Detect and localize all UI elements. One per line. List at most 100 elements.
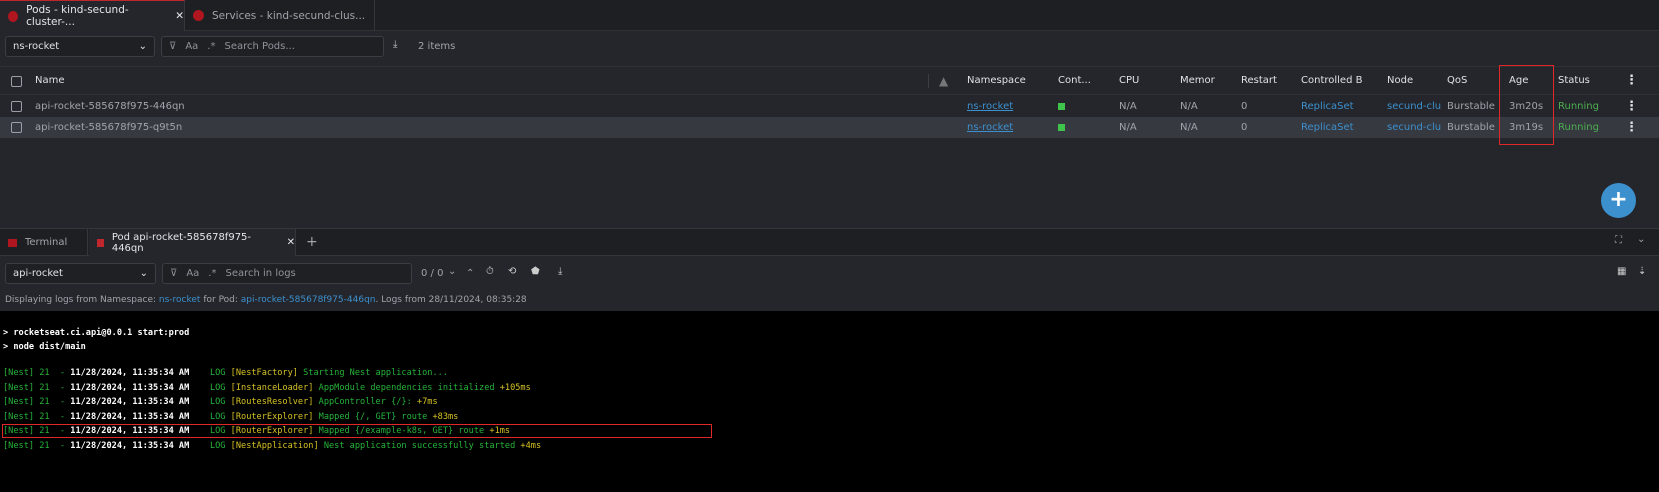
download-icon[interactable]: ⤓	[393, 39, 397, 50]
regex-icon[interactable]: .*	[207, 41, 215, 52]
log-pre: [Nest] 21 -	[3, 411, 71, 422]
status: Running	[1558, 122, 1599, 133]
row-menu-icon[interactable]: ⋮	[1625, 99, 1638, 114]
dock-tabbar: Terminal Pod api-rocket-585678f975-446qn…	[0, 228, 1659, 256]
info-prefix: Displaying logs from Namespace:	[5, 295, 157, 305]
column-restarts[interactable]: Restart	[1241, 75, 1277, 86]
column-node[interactable]: Node	[1387, 75, 1413, 86]
memory: N/A	[1180, 122, 1198, 133]
status: Running	[1558, 101, 1599, 112]
chevron-down-icon[interactable]: ⌄	[1637, 234, 1645, 245]
match-case-icon[interactable]: Aa	[186, 268, 199, 279]
log-lvl: LOG	[189, 411, 231, 422]
table-row[interactable]: api-rocket-585678f975-q9t5n ns-rocket N/…	[0, 117, 1659, 138]
log-extra: +4ms	[520, 441, 542, 451]
select-all-checkbox[interactable]	[11, 76, 22, 87]
tab-services[interactable]: Services - kind-secund-clus...	[185, 0, 375, 31]
tab-terminal[interactable]: Terminal	[0, 229, 88, 256]
row-menu-icon[interactable]: ⋮	[1625, 120, 1638, 135]
log-cmd: > node dist/main	[3, 342, 86, 352]
terminal-icon	[8, 238, 17, 247]
close-icon[interactable]: ✕	[287, 237, 295, 248]
controlled-by-link[interactable]: ReplicaSet	[1301, 122, 1354, 133]
tab-pods[interactable]: Pods - kind-secund-cluster-... ✕	[0, 0, 185, 31]
search-logs[interactable]: ⊽ Aa .* Search in logs	[162, 263, 412, 284]
search-pods[interactable]: ⊽ Aa .* Search Pods...	[161, 36, 384, 57]
namespace-select[interactable]: ns-rocket ⌄	[5, 36, 155, 57]
log-ts: 11/28/2024, 11:35:34 AM	[70, 411, 190, 422]
add-button[interactable]: +	[1601, 183, 1636, 218]
log-lvl: LOG	[189, 397, 231, 408]
container-select[interactable]: api-rocket ⌄	[5, 263, 156, 284]
warning-icon[interactable]: ▲	[939, 74, 948, 88]
match-count: 0 / 0	[421, 268, 444, 279]
regex-icon[interactable]: .*	[208, 268, 216, 279]
tab-pod-logs[interactable]: Pod api-rocket-585678f975-446qn ✕	[89, 229, 296, 256]
label-icon[interactable]: ⬟	[531, 266, 540, 277]
namespace-link[interactable]: ns-rocket	[967, 122, 1013, 133]
log-msg: Mapped {/, GET} route	[318, 411, 433, 422]
column-controlled-by[interactable]: Controlled B	[1301, 75, 1362, 86]
download-icon[interactable]: ⤓	[558, 266, 562, 277]
close-icon[interactable]: ✕	[175, 10, 184, 22]
log-highlight-box	[2, 424, 712, 438]
fullscreen-icon[interactable]: ⛶	[1615, 235, 1622, 246]
controlled-by-link[interactable]: ReplicaSet	[1301, 101, 1354, 112]
log-ctx: [RoutesResolver]	[230, 397, 319, 408]
namespace-link[interactable]: ns-rocket	[967, 101, 1013, 112]
next-match-icon[interactable]: ⌄	[448, 266, 456, 277]
log-info: Displaying logs from Namespace: ns-rocke…	[5, 295, 527, 305]
column-containers[interactable]: Cont...	[1058, 75, 1091, 86]
column-name[interactable]: Name	[35, 75, 65, 86]
sort-icon[interactable]: ⇣	[1638, 266, 1646, 277]
column-status[interactable]: Status	[1558, 75, 1590, 86]
log-ctx: [InstanceLoader]	[230, 382, 319, 393]
table-header: Name ▲ Namespace Cont... CPU Memor Resta…	[0, 66, 1659, 95]
items-count: 2 items	[418, 41, 456, 52]
pod-name: api-rocket-585678f975-q9t5n	[35, 122, 183, 133]
restarts: 0	[1241, 101, 1248, 112]
column-namespace[interactable]: Namespace	[967, 75, 1026, 86]
filter-off-icon[interactable]: ⊽	[170, 268, 177, 279]
log-ctx: [NestApplication]	[230, 441, 324, 451]
node-link[interactable]: secund-clu	[1387, 122, 1443, 133]
log-msg: AppModule dependencies initialized	[318, 382, 500, 393]
log-extra: +105ms	[499, 382, 531, 393]
row-checkbox[interactable]	[11, 122, 22, 133]
log-line: [Nest] 21 - 11/28/2024, 11:35:34 AM LOG …	[3, 441, 541, 451]
memory: N/A	[1180, 101, 1198, 112]
log-msg: AppController {/}:	[318, 397, 417, 408]
log-lvl: LOG	[189, 382, 231, 393]
log-ctx: [RouterExplorer]	[230, 411, 319, 422]
column-menu-icon[interactable]: ⋮	[1625, 73, 1638, 88]
qos: Burstable	[1447, 101, 1495, 112]
cpu: N/A	[1119, 101, 1137, 112]
log-ts: 11/28/2024, 11:35:34 AM	[70, 441, 190, 451]
new-tab-icon[interactable]: +	[306, 234, 318, 250]
search-input[interactable]: Search Pods...	[224, 41, 294, 52]
table-row[interactable]: api-rocket-585678f975-446qn ns-rocket N/…	[0, 96, 1659, 117]
info-suffix: . Logs from 28/11/2024, 08:35:28	[375, 295, 527, 305]
search-input[interactable]: Search in logs	[225, 268, 295, 279]
log-lvl: LOG	[189, 368, 231, 378]
filter-off-icon[interactable]: ⊽	[169, 41, 176, 52]
column-cpu[interactable]: CPU	[1119, 75, 1139, 86]
info-namespace-link[interactable]: ns-rocket	[159, 295, 201, 305]
row-checkbox[interactable]	[11, 101, 22, 112]
tab-label: Services - kind-secund-clus...	[212, 9, 366, 22]
info-pod-link[interactable]: api-rocket-585678f975-446qn	[241, 295, 376, 305]
timestamps-icon[interactable]: ⏱	[486, 266, 494, 277]
node-link[interactable]: secund-clu	[1387, 101, 1443, 112]
chevron-down-icon: ⌄	[139, 268, 148, 279]
kubernetes-icon	[8, 10, 19, 22]
tab-label: Pod api-rocket-585678f975-446qn	[111, 231, 252, 254]
kubernetes-icon	[193, 10, 204, 21]
column-qos[interactable]: QoS	[1447, 75, 1467, 86]
history-icon[interactable]: ⟲	[508, 266, 516, 277]
column-memory[interactable]: Memor	[1180, 75, 1215, 86]
prev-match-icon[interactable]: ⌃	[466, 268, 474, 279]
log-ctx: [NestFactory]	[230, 368, 304, 378]
calendar-icon[interactable]: ▦	[1617, 266, 1626, 277]
log-output: > rocketseat.ci.api@0.0.1 start:prod > n…	[0, 311, 1659, 492]
match-case-icon[interactable]: Aa	[185, 41, 198, 52]
